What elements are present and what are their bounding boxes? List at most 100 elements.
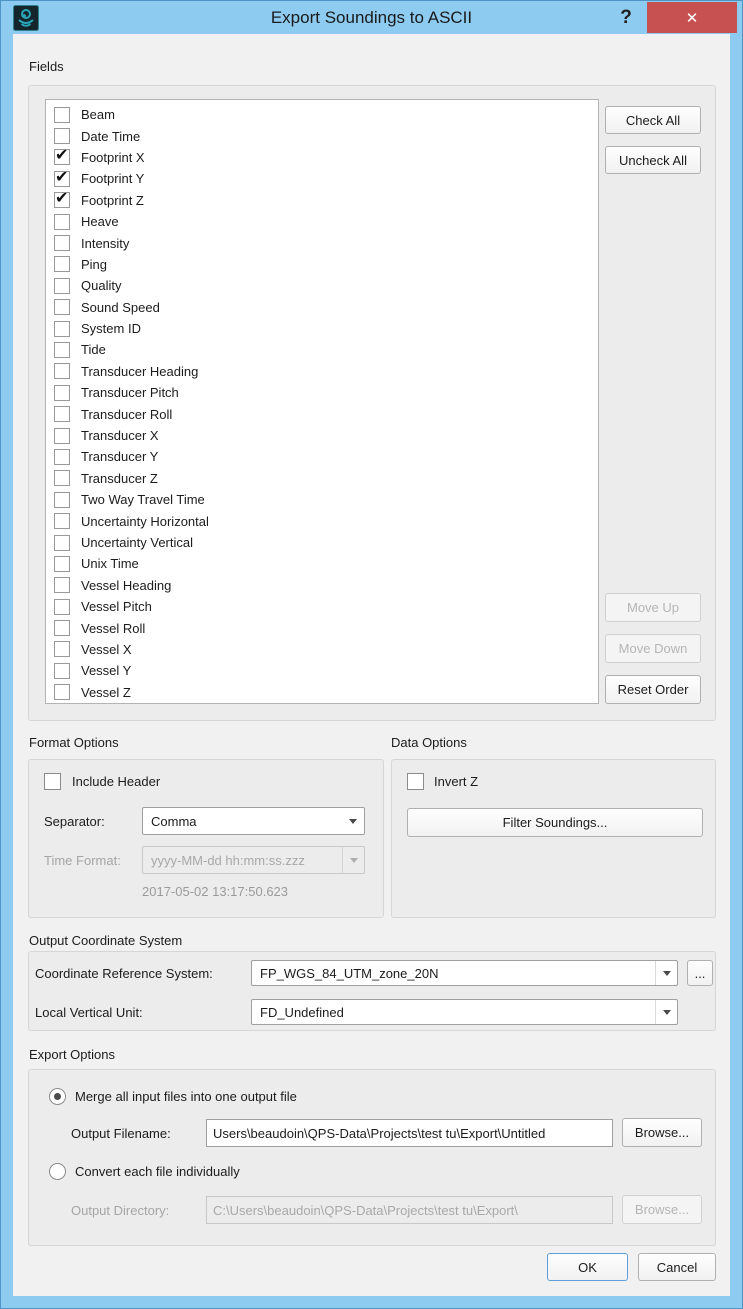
field-checkbox[interactable] <box>54 620 70 637</box>
browse-filename-button[interactable]: Browse... <box>622 1118 702 1147</box>
local-vertical-unit-value: FD_Undefined <box>260 1004 344 1020</box>
field-row[interactable]: Transducer Pitch <box>46 382 598 403</box>
include-header-checkbox[interactable] <box>44 773 61 790</box>
close-icon: ✕ <box>685 9 699 27</box>
ok-button[interactable]: OK <box>547 1253 628 1281</box>
browse-directory-button[interactable]: Browse... <box>622 1195 702 1224</box>
filter-soundings-button[interactable]: Filter Soundings... <box>407 808 703 837</box>
field-checkbox[interactable] <box>54 641 70 658</box>
field-row[interactable]: Footprint Z <box>46 190 598 211</box>
field-checkbox-checked[interactable] <box>54 169 70 187</box>
field-label: Date Time <box>81 128 141 144</box>
crs-combobox[interactable]: FP_WGS_84_UTM_zone_20N <box>251 960 678 986</box>
close-button[interactable]: ✕ <box>647 2 737 33</box>
field-row[interactable]: Ping <box>46 254 598 275</box>
field-row[interactable]: Vessel Roll <box>46 617 598 638</box>
cancel-button[interactable]: Cancel <box>638 1253 716 1281</box>
fields-list[interactable]: Beam Date Time Footprint X Footprint Y Footp… <box>45 99 599 704</box>
field-checkbox[interactable] <box>54 448 70 465</box>
move-down-button[interactable]: Move Down <box>605 634 701 663</box>
reset-order-button[interactable]: Reset Order <box>605 675 701 704</box>
separator-combobox[interactable]: Comma <box>142 807 365 835</box>
field-row[interactable]: Footprint X <box>46 147 598 168</box>
uncheck-all-button[interactable]: Uncheck All <box>605 146 701 174</box>
invert-z-label: Invert Z <box>434 774 479 789</box>
help-icon: ? <box>620 7 632 28</box>
field-row[interactable]: Sound Speed <box>46 297 598 318</box>
output-filename-input[interactable]: Users\beaudoin\QPS-Data\Projects\test tu… <box>206 1119 613 1147</box>
help-button[interactable]: ? <box>613 3 639 32</box>
field-row[interactable]: Tide <box>46 339 598 360</box>
field-checkbox[interactable] <box>54 513 70 530</box>
field-row[interactable]: Heave <box>46 211 598 232</box>
field-row[interactable]: System ID <box>46 318 598 339</box>
field-checkbox[interactable] <box>54 427 70 444</box>
invert-z-checkbox[interactable] <box>407 773 424 790</box>
field-checkbox[interactable] <box>54 491 70 508</box>
field-row[interactable]: Two Way Travel Time <box>46 489 598 510</box>
dropdown-arrow-icon <box>342 847 364 873</box>
field-row[interactable]: Footprint Y <box>46 168 598 189</box>
check-all-button[interactable]: Check All <box>605 106 701 134</box>
field-row[interactable]: Intensity <box>46 232 598 253</box>
field-row[interactable]: Vessel X <box>46 639 598 660</box>
merge-radio[interactable] <box>49 1088 66 1105</box>
move-up-button[interactable]: Move Up <box>605 593 701 622</box>
field-checkbox-checked[interactable] <box>54 190 70 209</box>
field-label: Transducer X <box>81 428 159 444</box>
field-label: Footprint Y <box>81 171 145 187</box>
field-checkbox[interactable] <box>54 277 70 294</box>
field-row[interactable]: Uncertainty Horizontal <box>46 510 598 531</box>
field-label: Footprint X <box>81 149 145 165</box>
field-row[interactable]: Vessel Pitch <box>46 596 598 617</box>
field-row[interactable]: Transducer X <box>46 425 598 446</box>
field-checkbox[interactable] <box>54 555 70 572</box>
field-checkbox[interactable] <box>54 662 70 679</box>
field-checkbox[interactable] <box>54 256 70 273</box>
separator-label: Separator: <box>44 813 105 829</box>
field-checkbox[interactable] <box>54 577 70 594</box>
time-format-label: Time Format: <box>44 852 121 868</box>
field-row[interactable]: Date Time <box>46 125 598 146</box>
field-checkbox[interactable] <box>54 470 70 487</box>
time-format-value: yyyy-MM-dd hh:mm:ss.zzz <box>151 852 305 868</box>
field-row[interactable]: Vessel Heading <box>46 575 598 596</box>
field-checkbox[interactable] <box>54 235 70 252</box>
output-filename-label: Output Filename: <box>71 1125 171 1141</box>
field-checkbox[interactable] <box>54 384 70 401</box>
field-checkbox[interactable] <box>54 598 70 615</box>
dropdown-arrow-icon <box>342 808 364 834</box>
field-checkbox[interactable] <box>54 406 70 423</box>
field-row[interactable]: Vessel Z <box>46 682 598 703</box>
titlebar[interactable]: Export Soundings to ASCII ? ✕ <box>1 1 742 34</box>
field-checkbox[interactable] <box>54 341 70 358</box>
field-label: Uncertainty Vertical <box>81 535 193 550</box>
field-label: Vessel Pitch <box>81 599 152 615</box>
field-label: Vessel Y <box>81 663 132 679</box>
field-label: Transducer Y <box>81 449 159 465</box>
export-options-section-label: Export Options <box>29 1047 115 1062</box>
field-checkbox[interactable] <box>54 534 70 551</box>
field-checkbox[interactable] <box>54 684 70 701</box>
field-checkbox[interactable] <box>54 299 70 316</box>
field-row[interactable]: Unix Time <box>46 553 598 574</box>
output-directory-input: C:\Users\beaudoin\QPS-Data\Projects\test… <box>206 1196 613 1224</box>
field-row[interactable]: Transducer Z <box>46 468 598 489</box>
field-checkbox[interactable] <box>54 106 70 123</box>
convert-radio[interactable] <box>49 1163 66 1180</box>
field-row[interactable]: Quality <box>46 275 598 296</box>
field-row[interactable]: Transducer Y <box>46 446 598 467</box>
field-checkbox-checked[interactable] <box>54 147 70 166</box>
field-checkbox[interactable] <box>54 128 70 145</box>
field-checkbox[interactable] <box>54 363 70 380</box>
field-checkbox[interactable] <box>54 320 70 337</box>
field-row[interactable]: Transducer Roll <box>46 403 598 424</box>
crs-more-button[interactable]: ... <box>687 960 713 986</box>
field-checkbox[interactable] <box>54 213 70 230</box>
field-row[interactable]: Vessel Y <box>46 660 598 681</box>
field-row[interactable]: Beam <box>46 104 598 125</box>
field-row[interactable]: Transducer Heading <box>46 361 598 382</box>
field-row[interactable]: Uncertainty Vertical <box>46 532 598 553</box>
field-label: Footprint Z <box>81 192 144 208</box>
local-vertical-unit-combobox[interactable]: FD_Undefined <box>251 999 678 1025</box>
